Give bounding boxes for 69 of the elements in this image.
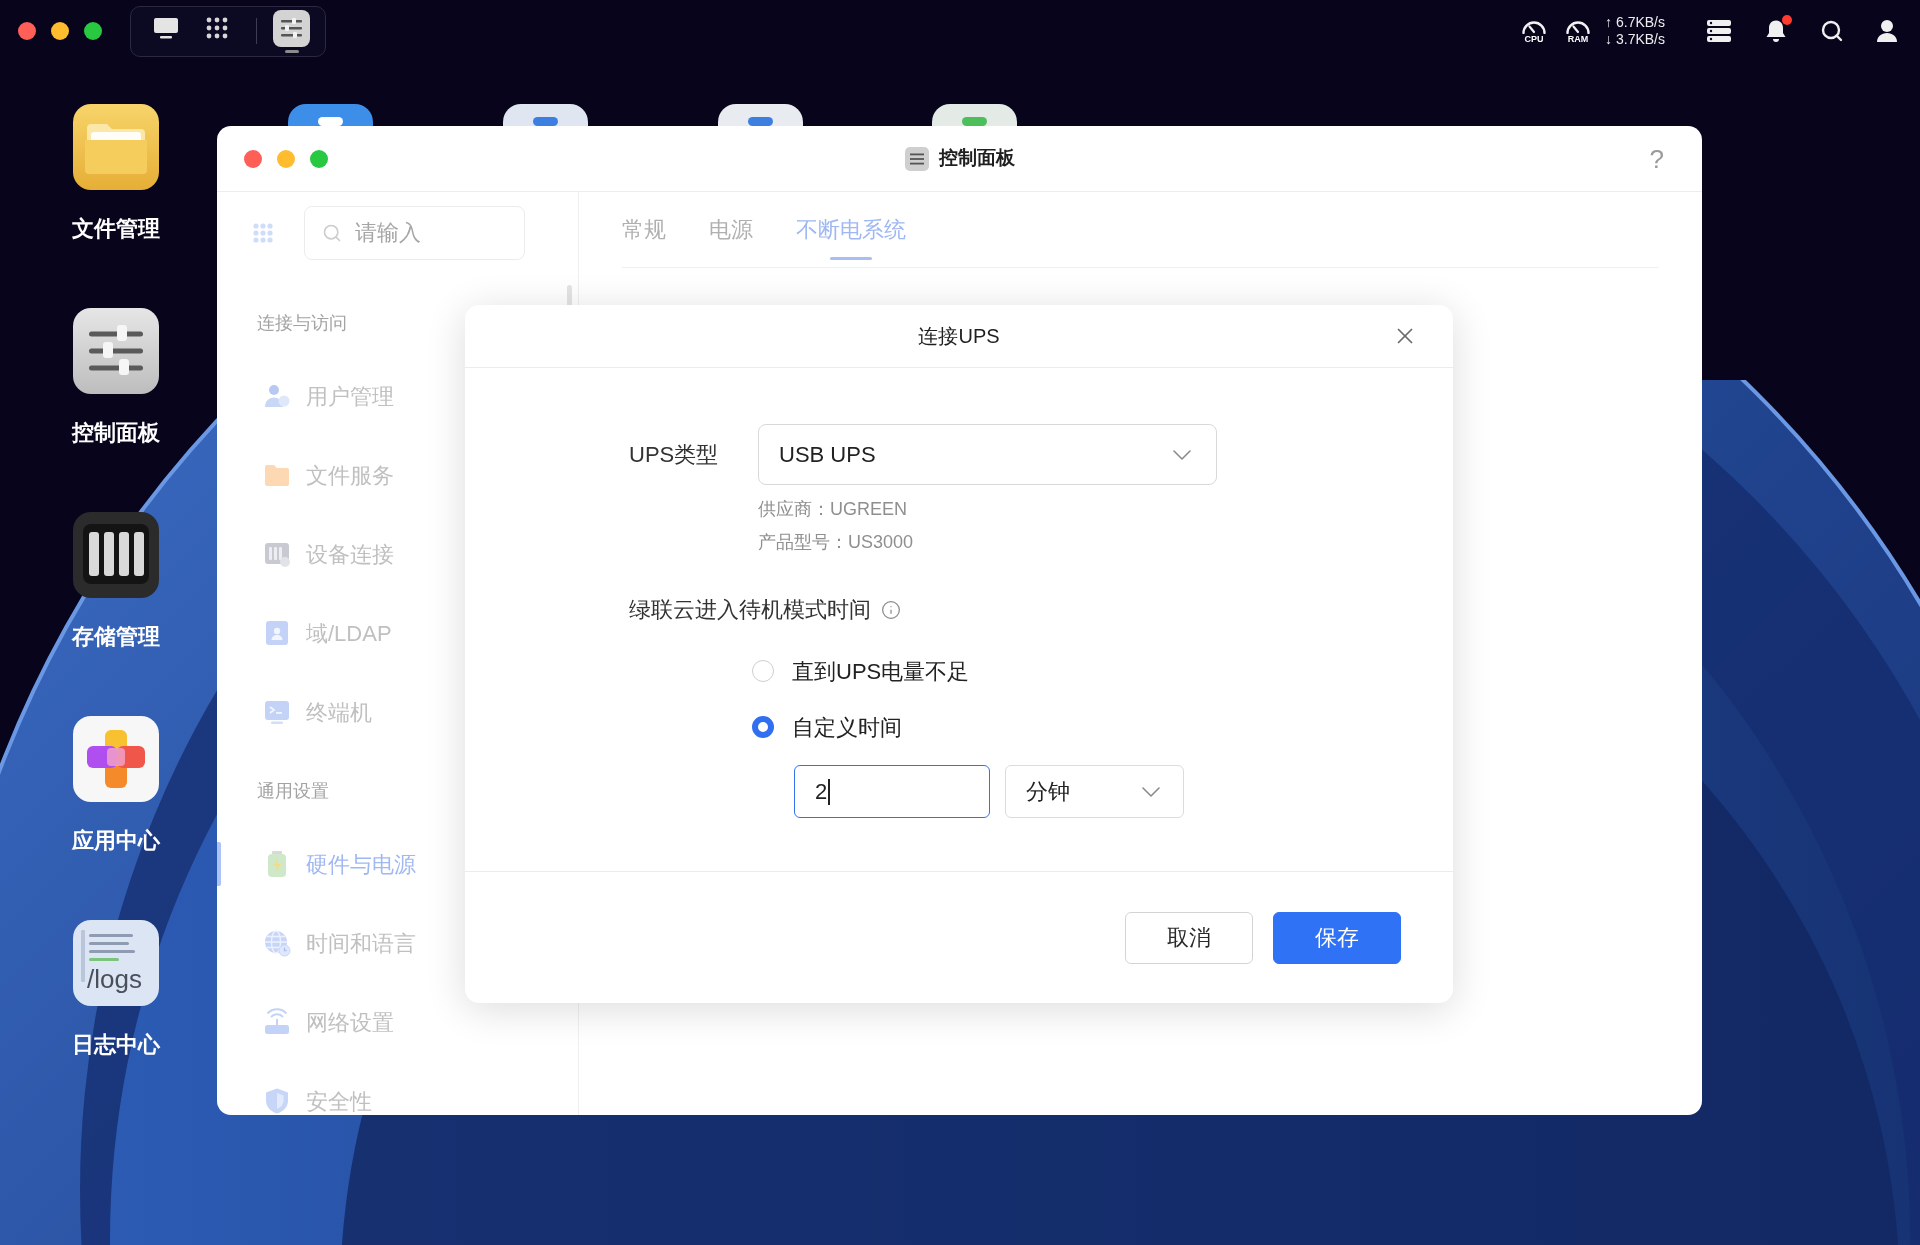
sidebar-item[interactable]: 网络设置 [217, 1000, 578, 1044]
shortcut-label[interactable]: 存储管理 [72, 622, 160, 652]
save-button[interactable]: 保存 [1273, 911, 1401, 964]
app-icon[interactable] [288, 104, 373, 126]
shortcut-label[interactable]: 日志中心 [72, 1030, 160, 1060]
bell-icon[interactable] [1765, 19, 1787, 43]
info-icon[interactable] [881, 600, 901, 620]
storage-device-icon [263, 540, 291, 568]
cpu-label: CPU [1524, 33, 1544, 44]
search-icon [322, 223, 342, 243]
tab[interactable]: 常规 [622, 215, 666, 267]
monitor-icon [153, 17, 179, 39]
app-icon[interactable] [503, 104, 588, 126]
server-icon[interactable] [1706, 19, 1732, 43]
router-icon [263, 1008, 291, 1036]
taskbar-app[interactable] [273, 9, 310, 53]
control-panel-icon [904, 146, 929, 171]
radio-option[interactable]: 直到UPS电量不足 [752, 651, 970, 691]
shortcut-label[interactable]: 文件管理 [72, 214, 160, 244]
section-heading: 连接与访问 [256, 312, 348, 335]
help-button[interactable]: ? [1649, 143, 1664, 174]
vendor-text: 供应商：UGREEN [758, 498, 908, 521]
shortcut-label[interactable]: 应用中心 [72, 826, 160, 856]
icon-text: /logs [87, 964, 142, 994]
close-button[interactable] [18, 22, 36, 40]
user-icon[interactable] [1876, 19, 1898, 43]
app-icon[interactable] [932, 104, 1017, 126]
sidebar-item[interactable]: 安全性 [217, 1079, 578, 1115]
app-blocks-icon[interactable] [73, 716, 159, 802]
id-card-icon [263, 619, 291, 647]
gauge-icon [1565, 18, 1592, 34]
ram-label: RAM [1567, 33, 1589, 44]
control-panel-icon [273, 9, 310, 47]
field-label: UPS类型 [629, 441, 720, 469]
scrollbar[interactable] [567, 285, 572, 307]
section-heading: 通用设置 [256, 780, 330, 803]
terminal-icon [263, 698, 291, 726]
search-icon[interactable] [1820, 19, 1844, 43]
close-button[interactable] [244, 149, 262, 168]
dialog-title: 连接UPS [918, 324, 1000, 349]
drive-bays-icon[interactable] [73, 512, 159, 598]
maximize-button[interactable] [84, 22, 102, 40]
chevron-down-icon [1173, 449, 1191, 460]
download-speed: ↓ 3.7KB/s [1605, 31, 1665, 48]
chevron-down-icon [1142, 786, 1160, 797]
cancel-button[interactable]: 取消 [1125, 911, 1253, 964]
model-text: 产品型号：US3000 [758, 531, 915, 554]
grid-icon [206, 17, 228, 39]
minimize-button[interactable] [51, 22, 69, 40]
app-icon[interactable] [718, 104, 803, 126]
gauge-icon [1521, 18, 1548, 34]
ups-type-select[interactable]: USB UPS [758, 424, 1217, 485]
upload-speed: ↑ 6.7KB/s [1605, 14, 1665, 31]
sliders-icon[interactable] [73, 308, 159, 394]
shortcut-label[interactable]: 控制面板 [72, 418, 160, 448]
radio-button[interactable] [752, 716, 774, 738]
minutes-input[interactable]: 2 [794, 765, 990, 818]
window-title: 控制面板 [938, 146, 1015, 171]
log-file-icon[interactable] [73, 920, 159, 1006]
tab[interactable]: 电源 [709, 215, 753, 267]
folder-icon[interactable] [73, 104, 159, 190]
tab[interactable]: 不断电系统 [796, 215, 906, 267]
radio-option[interactable]: 自定义时间 [752, 707, 902, 747]
shield-icon [263, 1087, 291, 1115]
users-icon [263, 382, 291, 410]
search-field[interactable]: 请输入 [304, 206, 525, 260]
globe-clock-icon [263, 929, 291, 957]
unit-select[interactable]: 分钟 [1005, 765, 1184, 818]
standby-label: 绿联云进入待机模式时间 [629, 596, 871, 624]
